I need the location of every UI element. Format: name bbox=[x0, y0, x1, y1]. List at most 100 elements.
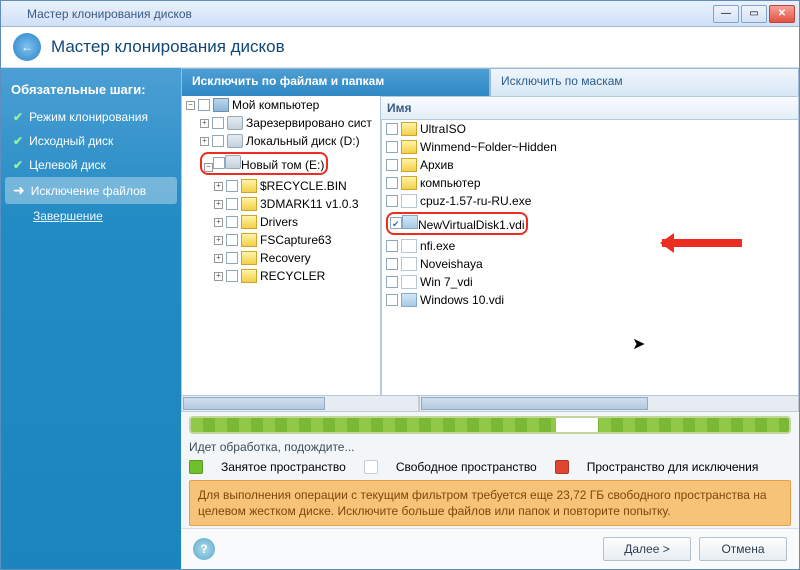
checkbox[interactable] bbox=[386, 240, 398, 252]
folder-icon bbox=[241, 251, 257, 265]
check-icon: ✔ bbox=[13, 110, 23, 124]
disk-icon bbox=[225, 155, 241, 169]
file-list[interactable]: ➤ UltraISOWinmend~Folder~HiddenАрхивкомп… bbox=[381, 120, 799, 396]
checkbox[interactable] bbox=[212, 117, 224, 129]
annotation-highlight: NewVirtualDisk1.vdi bbox=[386, 212, 528, 235]
checkbox[interactable] bbox=[198, 99, 210, 111]
checkbox[interactable] bbox=[226, 252, 238, 264]
checkbox[interactable] bbox=[226, 270, 238, 282]
tree-node[interactable]: +$RECYCLE.BIN bbox=[182, 177, 380, 195]
page-title: Мастер клонирования дисков bbox=[51, 37, 285, 57]
tree-node-label: Drivers bbox=[260, 215, 298, 229]
expand-icon[interactable]: + bbox=[214, 182, 223, 191]
folder-icon bbox=[241, 197, 257, 211]
checkbox[interactable] bbox=[226, 180, 238, 192]
expand-icon[interactable]: + bbox=[214, 200, 223, 209]
arrow-left-icon: ← bbox=[21, 40, 33, 54]
file-icon bbox=[401, 275, 417, 289]
file-row[interactable]: Win 7_vdi bbox=[382, 273, 798, 291]
tree-node[interactable]: +RECYCLER bbox=[182, 267, 380, 285]
file-row[interactable]: cpuz-1.57-ru-RU.exe bbox=[382, 192, 798, 210]
close-button[interactable]: ✕ bbox=[769, 5, 795, 23]
folder-icon bbox=[241, 233, 257, 247]
file-label: Windows 10.vdi bbox=[420, 293, 504, 307]
checkbox[interactable] bbox=[390, 217, 402, 229]
collapse-icon[interactable]: − bbox=[186, 101, 195, 110]
checkbox[interactable] bbox=[226, 216, 238, 228]
checkbox[interactable] bbox=[386, 159, 398, 171]
tree-scrollbar[interactable] bbox=[181, 396, 419, 412]
folder-icon bbox=[241, 215, 257, 229]
file-label: Win 7_vdi bbox=[420, 275, 473, 289]
tree-node[interactable]: + Recovery bbox=[182, 249, 380, 267]
titlebar: Мастер клонирования дисков — ▭ ✕ bbox=[1, 1, 799, 27]
expand-icon[interactable]: + bbox=[200, 137, 209, 146]
tree-node[interactable]: +3DMARK11 v1.0.3 bbox=[182, 195, 380, 213]
tree-node-label: Локальный диск (D:) bbox=[246, 134, 360, 148]
step-exclude-files[interactable]: ➜ Исключение файлов bbox=[5, 177, 177, 204]
main-panel: Исключить по файлам и папкам Исключить п… bbox=[181, 68, 799, 569]
tree-node-label: Мой компьютер bbox=[232, 98, 319, 112]
disk-icon bbox=[227, 116, 243, 130]
column-header-name[interactable]: Имя bbox=[381, 96, 799, 120]
checkbox[interactable] bbox=[226, 234, 238, 246]
tree-node[interactable]: + Зарезервировано сист bbox=[182, 114, 380, 132]
tab-exclude-by-masks[interactable]: Исключить по маскам bbox=[490, 68, 799, 96]
step-finish[interactable]: Завершение bbox=[5, 204, 177, 228]
help-button[interactable]: ? bbox=[193, 538, 215, 560]
file-row[interactable]: Noveishaya bbox=[382, 255, 798, 273]
checkbox[interactable] bbox=[386, 141, 398, 153]
expand-icon[interactable]: + bbox=[214, 236, 223, 245]
step-source-disk[interactable]: ✔ Исходный диск bbox=[5, 129, 177, 153]
list-scrollbar[interactable] bbox=[419, 396, 799, 412]
file-row[interactable]: Winmend~Folder~Hidden bbox=[382, 138, 798, 156]
legend: Занятое пространство Свободное пространс… bbox=[189, 460, 791, 474]
file-row[interactable]: Архив bbox=[382, 156, 798, 174]
folder-icon bbox=[241, 179, 257, 193]
checkbox[interactable] bbox=[386, 177, 398, 189]
tree-node[interactable]: +FSCapture63 bbox=[182, 231, 380, 249]
checkbox[interactable] bbox=[386, 294, 398, 306]
file-row[interactable]: Windows 10.vdi bbox=[382, 291, 798, 309]
back-button[interactable]: ← bbox=[13, 33, 41, 61]
step-target-disk[interactable]: ✔ Целевой диск bbox=[5, 153, 177, 177]
checkbox[interactable] bbox=[212, 135, 224, 147]
computer-icon bbox=[213, 98, 229, 112]
file-row[interactable]: UltraISO bbox=[382, 120, 798, 138]
cancel-button[interactable]: Отмена bbox=[699, 537, 787, 561]
next-button[interactable]: Далее > bbox=[603, 537, 691, 561]
checkbox[interactable] bbox=[386, 276, 398, 288]
tree-node[interactable]: − Мой компьютер bbox=[182, 96, 380, 114]
file-row[interactable]: NewVirtualDisk1.vdi bbox=[382, 210, 798, 237]
collapse-icon[interactable]: − bbox=[204, 163, 213, 172]
progress-bar bbox=[189, 416, 791, 434]
checkbox[interactable] bbox=[386, 258, 398, 270]
tree-node-label: Recovery bbox=[260, 251, 311, 265]
step-clone-mode[interactable]: ✔ Режим клонирования bbox=[5, 105, 177, 129]
file-label: компьютер bbox=[420, 176, 481, 190]
checkbox[interactable] bbox=[386, 123, 398, 135]
expand-icon[interactable]: + bbox=[214, 272, 223, 281]
expand-icon[interactable]: + bbox=[200, 119, 209, 128]
minimize-button[interactable]: — bbox=[713, 5, 739, 23]
tree-node[interactable]: + Локальный диск (D:) bbox=[182, 132, 380, 150]
folder-tree[interactable]: − Мой компьютер + Зарезервировано сист + Лока… bbox=[181, 96, 381, 396]
tree-node-label: Зарезервировано сист bbox=[246, 116, 372, 130]
checkbox[interactable] bbox=[226, 198, 238, 210]
cfile-icon bbox=[402, 215, 418, 229]
file-row[interactable]: компьютер bbox=[382, 174, 798, 192]
maximize-button[interactable]: ▭ bbox=[741, 5, 767, 23]
swatch-excluded-icon bbox=[555, 460, 569, 474]
expand-icon[interactable]: + bbox=[214, 218, 223, 227]
folder-icon bbox=[401, 158, 417, 172]
tab-exclude-by-files[interactable]: Исключить по файлам и папкам bbox=[181, 68, 490, 96]
checkbox[interactable] bbox=[213, 157, 225, 169]
file-label: nfi.exe bbox=[420, 239, 455, 253]
arrow-right-icon: ➜ bbox=[13, 182, 25, 199]
disk-icon bbox=[227, 134, 243, 148]
expand-icon[interactable]: + bbox=[214, 254, 223, 263]
checkbox[interactable] bbox=[386, 195, 398, 207]
annotation-highlight: −Новый том (E:) bbox=[200, 152, 328, 175]
tree-node[interactable]: + Drivers bbox=[182, 213, 380, 231]
tree-node[interactable]: −Новый том (E:) bbox=[182, 150, 380, 177]
